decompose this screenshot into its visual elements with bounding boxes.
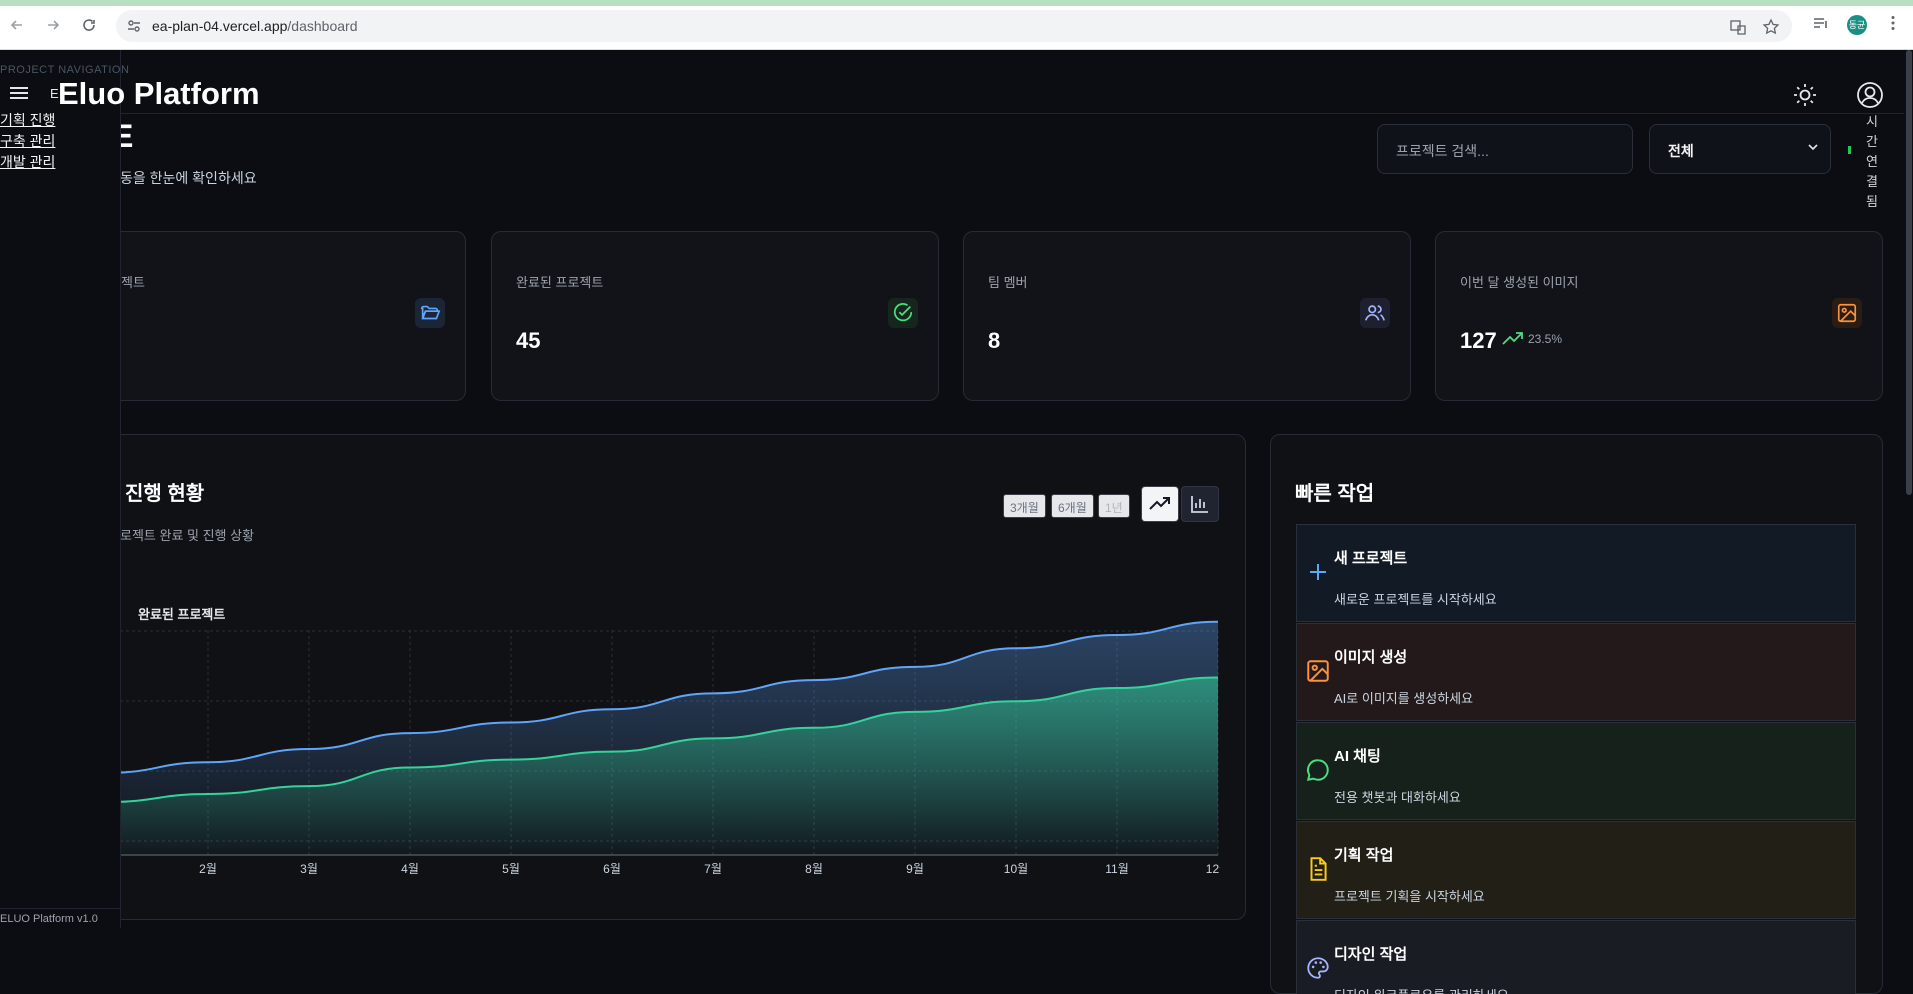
x-tick-label: 8월 <box>805 862 823 876</box>
bar-chart-toggle[interactable] <box>1181 486 1219 522</box>
stat-value: 127 <box>1460 328 1497 353</box>
quick-action-title: 디자인 작업 <box>1334 946 1408 963</box>
folder-open-icon <box>415 298 445 328</box>
quick-action-design[interactable]: 디자인 작업 디자인 워크플로우를 관리하세요 <box>1296 920 1856 994</box>
sidebar-footer-version: ELUO Platform v1.0 <box>0 908 121 925</box>
stat-value: 45 <box>516 328 541 353</box>
reload-icon <box>83 19 95 31</box>
stat-card-team: 팀 멤버 8 <box>963 231 1411 401</box>
stat-label: 완료된 프로젝트 <box>516 275 604 290</box>
quick-action-desc: 전용 챗봇과 대화하세요 <box>1334 790 1461 805</box>
quick-action-desc: 새로운 프로젝트를 시작하세요 <box>1334 592 1497 607</box>
url-path: /dashboard <box>287 18 358 34</box>
quick-action-desc: AI로 이미지를 생성하세요 <box>1334 691 1474 706</box>
reload-button[interactable] <box>78 14 100 36</box>
trend-value: 23.5% <box>1528 332 1563 346</box>
x-tick-label: 12월 <box>1206 862 1220 876</box>
chart-legend-label: 완료된 프로젝트 <box>138 607 225 622</box>
trend-indicator: 23.5% <box>1502 332 1562 346</box>
brand-title[interactable]: Eluo Platform <box>58 76 260 112</box>
quick-action-image-generation[interactable]: 이미지 생성 AI로 이미지를 생성하세요 <box>1296 623 1856 721</box>
range-3-months-button[interactable]: 3개월 <box>1003 494 1046 518</box>
sidebar: PROJECT NAVIGATION 기획 진행 구축 관리 개발 관리 ELU… <box>0 50 129 928</box>
x-tick-label: 6월 <box>603 862 621 876</box>
x-tick-label: 10월 <box>1004 862 1028 876</box>
chart-panel-title: 진행 현황 <box>125 483 205 505</box>
back-button[interactable] <box>6 14 28 36</box>
app-root: PROJECT NAVIGATION 기획 진행 구축 관리 개발 관리 ELU… <box>0 50 1913 994</box>
quick-action-desc: 프로젝트 기획을 시작하세요 <box>1334 889 1485 904</box>
page-scrollbar-thumb[interactable] <box>1906 50 1912 495</box>
progress-area-chart: 2월 3월 4월 5월 6월 7월 8월 9월 10월 11월 12월 완료된 프로젝트 <box>120 607 1220 876</box>
x-tick-label: 9월 <box>906 862 924 876</box>
stat-label: 이번 달 생성된 이미지 <box>1460 275 1579 290</box>
connection-status-text: 시간 연결됨 <box>1866 114 1878 209</box>
x-tick-label: 3월 <box>300 862 318 876</box>
translate-icon[interactable] <box>1729 18 1747 36</box>
x-tick-label: 7월 <box>704 862 722 876</box>
image-icon <box>1832 298 1862 328</box>
stat-label: 팀 멤버 <box>988 275 1028 290</box>
site-info-icon[interactable] <box>126 18 142 34</box>
stat-value: 8 <box>988 328 1001 353</box>
x-tick-label: 5월 <box>502 862 520 876</box>
status-filter-value: 전체 <box>1668 143 1694 159</box>
sidebar-item-dev[interactable]: 개발 관리 <box>0 152 55 172</box>
forward-button[interactable] <box>42 14 64 36</box>
arrow-left-icon <box>10 20 22 30</box>
chat-bubble-icon <box>1305 757 1331 783</box>
project-search-input[interactable]: 프로젝트 검색... <box>1377 124 1633 174</box>
app-header: E Eluo Platform <box>0 50 1913 114</box>
quick-action-desc: 디자인 워크플로우를 관리하세요 <box>1334 985 1509 994</box>
sidebar-item-build[interactable]: 구축 관리 <box>0 131 55 151</box>
menu-icon[interactable] <box>10 84 34 104</box>
stat-card-completed: 완료된 프로젝트 45 <box>491 231 939 401</box>
sidebar-item-planning[interactable]: 기획 진행 <box>0 110 55 130</box>
palette-icon <box>1305 955 1331 981</box>
arrow-right-icon <box>48 20 60 30</box>
range-1-year-button[interactable]: 1년 <box>1098 494 1130 518</box>
url-host: ea-plan-04.vercel.app <box>152 18 288 34</box>
quick-actions-title: 빠른 작업 <box>1295 483 1375 505</box>
quick-action-planning[interactable]: 기획 작업 프로젝트 기획을 시작하세요 <box>1296 821 1856 919</box>
more-menu-icon[interactable] <box>1882 14 1904 36</box>
profile-avatar[interactable]: 동균 <box>1847 15 1867 35</box>
document-icon <box>1305 856 1331 882</box>
user-account-icon[interactable] <box>1855 80 1885 110</box>
browser-toolbar: ea-plan-04.vercel.app/dashboard 동균 <box>0 0 1913 50</box>
x-tick-label: 11월 <box>1105 862 1129 876</box>
stat-card-images: 이번 달 생성된 이미지 127 23.5% <box>1435 231 1883 401</box>
quick-action-title: 이미지 생성 <box>1334 649 1408 666</box>
quick-action-new-project[interactable]: 새 프로젝트 새로운 프로젝트를 시작하세요 <box>1296 524 1856 622</box>
tab-strip <box>0 0 1913 6</box>
page-subtitle: 동을 한눈에 확인하세요 <box>120 170 257 186</box>
url-text[interactable]: ea-plan-04.vercel.app/dashboard <box>152 18 357 34</box>
stat-label: 젝트 <box>121 275 145 290</box>
theme-toggle-sun-icon[interactable] <box>1790 80 1820 110</box>
bar-chart-icon <box>1191 496 1208 513</box>
check-circle-icon <box>888 298 918 328</box>
media-control-icon[interactable] <box>1810 14 1832 36</box>
line-chart-toggle[interactable] <box>1141 486 1179 522</box>
bookmark-star-icon[interactable] <box>1762 18 1780 36</box>
x-tick-label: 4월 <box>401 862 419 876</box>
quick-action-title: 기획 작업 <box>1334 847 1394 864</box>
quick-action-title: 새 프로젝트 <box>1334 550 1408 567</box>
range-6-months-button[interactable]: 6개월 <box>1051 494 1094 518</box>
address-bar[interactable]: ea-plan-04.vercel.app/dashboard <box>116 10 1792 42</box>
status-filter-select[interactable]: 전체 <box>1649 124 1831 174</box>
x-tick-label: 2월 <box>199 862 217 876</box>
plus-icon <box>1305 559 1331 585</box>
quick-action-ai-chat[interactable]: AI 채팅 전용 챗봇과 대화하세요 <box>1296 722 1856 820</box>
line-chart-icon <box>1149 497 1170 510</box>
chevron-down-icon <box>1808 141 1818 155</box>
sidebar-title: PROJECT NAVIGATION <box>0 64 130 76</box>
trending-up-icon <box>1502 332 1523 345</box>
image-icon <box>1305 658 1331 684</box>
connection-status-dot <box>1848 146 1851 154</box>
quick-action-title: AI 채팅 <box>1334 748 1381 765</box>
users-icon <box>1360 298 1390 328</box>
